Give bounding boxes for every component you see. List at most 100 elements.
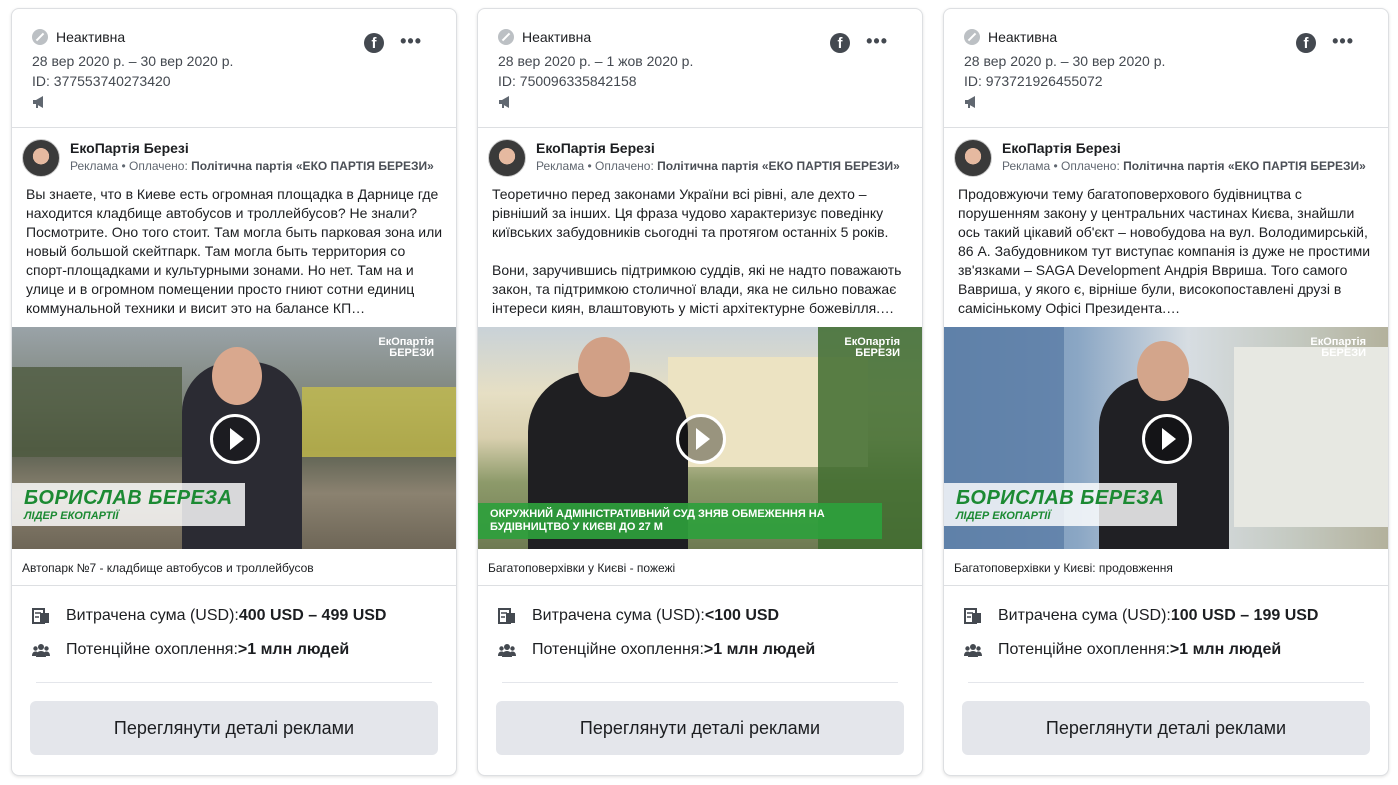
video-speaker-name: БОРИСЛАВ БЕРЕЗА	[24, 487, 233, 509]
spend-icon	[32, 608, 49, 624]
ad-id: ID: 750096335842158	[498, 73, 637, 89]
people-icon	[32, 644, 50, 657]
advertiser-row: ЕкоПартія Березі Реклама • Оплачено: Пол…	[954, 137, 1378, 177]
spend-icon	[964, 608, 981, 624]
ad-card: Неактивна 28 вер 2020 р. – 30 вер 2020 р…	[11, 8, 457, 776]
video-bus	[302, 387, 456, 457]
spend-label: Витрачена сума (USD):	[66, 607, 239, 624]
facebook-glyph: f	[371, 35, 377, 52]
ad-dates: 28 вер 2020 р. – 30 вер 2020 р.	[32, 53, 234, 69]
divider	[968, 682, 1364, 683]
ad-header: Неактивна 28 вер 2020 р. – 30 вер 2020 р…	[12, 9, 456, 128]
video-caption: Багатоповерхівки у Києві: продовження	[944, 549, 1388, 586]
reach-label: Потенційне охоплення:	[532, 641, 704, 658]
avatar[interactable]	[22, 139, 60, 177]
sponsor-prefix: Реклама • Оплачено:	[70, 159, 192, 173]
video-title: Багатоповерхівки у Києві: продовження	[954, 561, 1173, 575]
ad-body-text: Вы знаете, что в Киеве есть огромная пло…	[26, 186, 443, 316]
status-label: Неактивна	[522, 29, 592, 45]
more-options-icon[interactable]: •••	[1332, 31, 1354, 52]
view-ad-details-button[interactable]: Переглянути деталі реклами	[496, 701, 904, 755]
more-options-icon[interactable]: •••	[866, 31, 888, 52]
video-speaker-role: ЛІДЕР ЕКОПАРТІЇ	[956, 510, 1051, 522]
ad-video[interactable]: ЕкОпартія БЕРЕЗИ БОРИСЛАВ БЕРЕЗА ЛІДЕР ЕК…	[12, 327, 456, 549]
video-lower-third: БОРИСЛАВ БЕРЕЗА ЛІДЕР ЕКОПАРТІЇ	[944, 483, 1177, 526]
sponsor-name: Політична партія «ЕКО ПАРТІЯ БЕРЕЗИ»	[657, 159, 900, 173]
reach-value: >1 млн людей	[237, 641, 350, 658]
page-name[interactable]: ЕкоПартія Березі	[70, 140, 189, 156]
ad-video[interactable]: ЕкОпартія БЕРЕЗИ ОКРУЖНИЙ АДМІНІСТРАТИВНИ…	[478, 327, 922, 549]
watermark-line2: БЕРЕЗИ	[389, 347, 434, 359]
page-name[interactable]: ЕкоПартія Березі	[536, 140, 655, 156]
facebook-glyph: f	[837, 35, 843, 52]
people-icon	[498, 644, 516, 657]
view-ad-details-button[interactable]: Переглянути деталі реклами	[30, 701, 438, 755]
megaphone-icon	[965, 96, 975, 108]
video-speaker-name: БОРИСЛАВ БЕРЕЗА	[956, 487, 1165, 509]
facebook-glyph: f	[1303, 35, 1309, 52]
video-headline: ОКРУЖНИЙ АДМІНІСТРАТИВНИЙ СУД ЗНЯВ ОБМЕЖ…	[478, 503, 882, 539]
megaphone-icon	[499, 96, 509, 108]
ad-header: Неактивна 28 вер 2020 р. – 30 вер 2020 р…	[944, 9, 1388, 128]
video-caption: Багатоповерхівки у Києві - пожежі	[478, 549, 922, 586]
facebook-icon[interactable]: f	[830, 33, 850, 53]
reach-label: Потенційне охоплення:	[66, 641, 238, 658]
view-ad-details-button[interactable]: Переглянути деталі реклами	[962, 701, 1370, 755]
ad-body-text: Продовжуючи тему багатоповерхового будів…	[958, 186, 1371, 316]
divider	[502, 682, 898, 683]
reach-row: Потенційне охоплення: >1 млн людей	[498, 641, 815, 659]
avatar[interactable]	[488, 139, 526, 177]
reach-value: >1 млн людей	[1169, 641, 1282, 658]
video-person-head	[578, 337, 630, 397]
sponsor-line: Реклама • Оплачено: Політична партія «ЕК…	[536, 159, 900, 173]
sponsor-line: Реклама • Оплачено: Політична партія «ЕК…	[1002, 159, 1366, 173]
sponsor-name: Політична партія «ЕКО ПАРТІЯ БЕРЕЗИ»	[1123, 159, 1366, 173]
watermark-line2: БЕРЕЗИ	[855, 347, 900, 359]
people-icon	[964, 644, 982, 657]
spend-row: Витрачена сума (USD): <100 USD	[498, 607, 779, 625]
more-options-icon[interactable]: •••	[400, 31, 422, 52]
spend-icon	[498, 608, 515, 624]
divider	[36, 682, 432, 683]
play-icon[interactable]	[1142, 414, 1192, 464]
ad-card: Неактивна 28 вер 2020 р. – 1 жов 2020 р.…	[477, 8, 923, 776]
spend-row: Витрачена сума (USD): 400 USD – 499 USD	[32, 607, 386, 625]
video-caption: Автопарк №7 - кладбище автобусов и тролл…	[12, 549, 456, 586]
video-truck	[12, 367, 182, 457]
ad-video[interactable]: ЕкОпартія БЕРЕЗИ БОРИСЛАВ БЕРЕЗА ЛІДЕР ЕК…	[944, 327, 1388, 549]
spend-label: Витрачена сума (USD):	[998, 607, 1171, 624]
ad-id: ID: 973721926455072	[964, 73, 1103, 89]
play-icon[interactable]	[210, 414, 260, 464]
status-row: Неактивна	[32, 29, 125, 45]
spend-value: 400 USD – 499 USD	[238, 607, 387, 624]
status-row: Неактивна	[498, 29, 591, 45]
status-label: Неактивна	[988, 29, 1058, 45]
video-title: Багатоповерхівки у Києві - пожежі	[488, 561, 676, 575]
watermark-line2: БЕРЕЗИ	[1321, 347, 1366, 359]
ad-id: ID: 377553740273420	[32, 73, 171, 89]
spend-label: Витрачена сума (USD):	[532, 607, 705, 624]
facebook-icon[interactable]: f	[364, 33, 384, 53]
video-watermark: ЕкОпартія БЕРЕЗИ	[378, 337, 434, 359]
sponsor-line: Реклама • Оплачено: Політична партія «ЕК…	[70, 159, 434, 173]
play-icon[interactable]	[676, 414, 726, 464]
page-name[interactable]: ЕкоПартія Березі	[1002, 140, 1121, 156]
spend-value: 100 USD – 199 USD	[1170, 607, 1319, 624]
ad-dates: 28 вер 2020 р. – 1 жов 2020 р.	[498, 53, 694, 69]
inactive-icon	[32, 29, 48, 45]
video-lower-third: БОРИСЛАВ БЕРЕЗА ЛІДЕР ЕКОПАРТІЇ	[12, 483, 245, 526]
video-person-head	[212, 347, 262, 405]
sponsor-prefix: Реклама • Оплачено:	[536, 159, 658, 173]
video-watermark: ЕкОпартія БЕРЕЗИ	[844, 337, 900, 359]
facebook-icon[interactable]: f	[1296, 33, 1316, 53]
reach-value: >1 млн людей	[703, 641, 816, 658]
avatar[interactable]	[954, 139, 992, 177]
ad-dates: 28 вер 2020 р. – 30 вер 2020 р.	[964, 53, 1166, 69]
reach-label: Потенційне охоплення:	[998, 641, 1170, 658]
ad-body-text: Теоретично перед законами України всі рі…	[492, 186, 902, 316]
advertiser-row: ЕкоПартія Березі Реклама • Оплачено: Пол…	[22, 137, 446, 177]
status-row: Неактивна	[964, 29, 1057, 45]
video-speaker-role: ЛІДЕР ЕКОПАРТІЇ	[24, 510, 119, 522]
video-hoarding-right	[1234, 347, 1388, 527]
ad-header: Неактивна 28 вер 2020 р. – 1 жов 2020 р.…	[478, 9, 922, 128]
